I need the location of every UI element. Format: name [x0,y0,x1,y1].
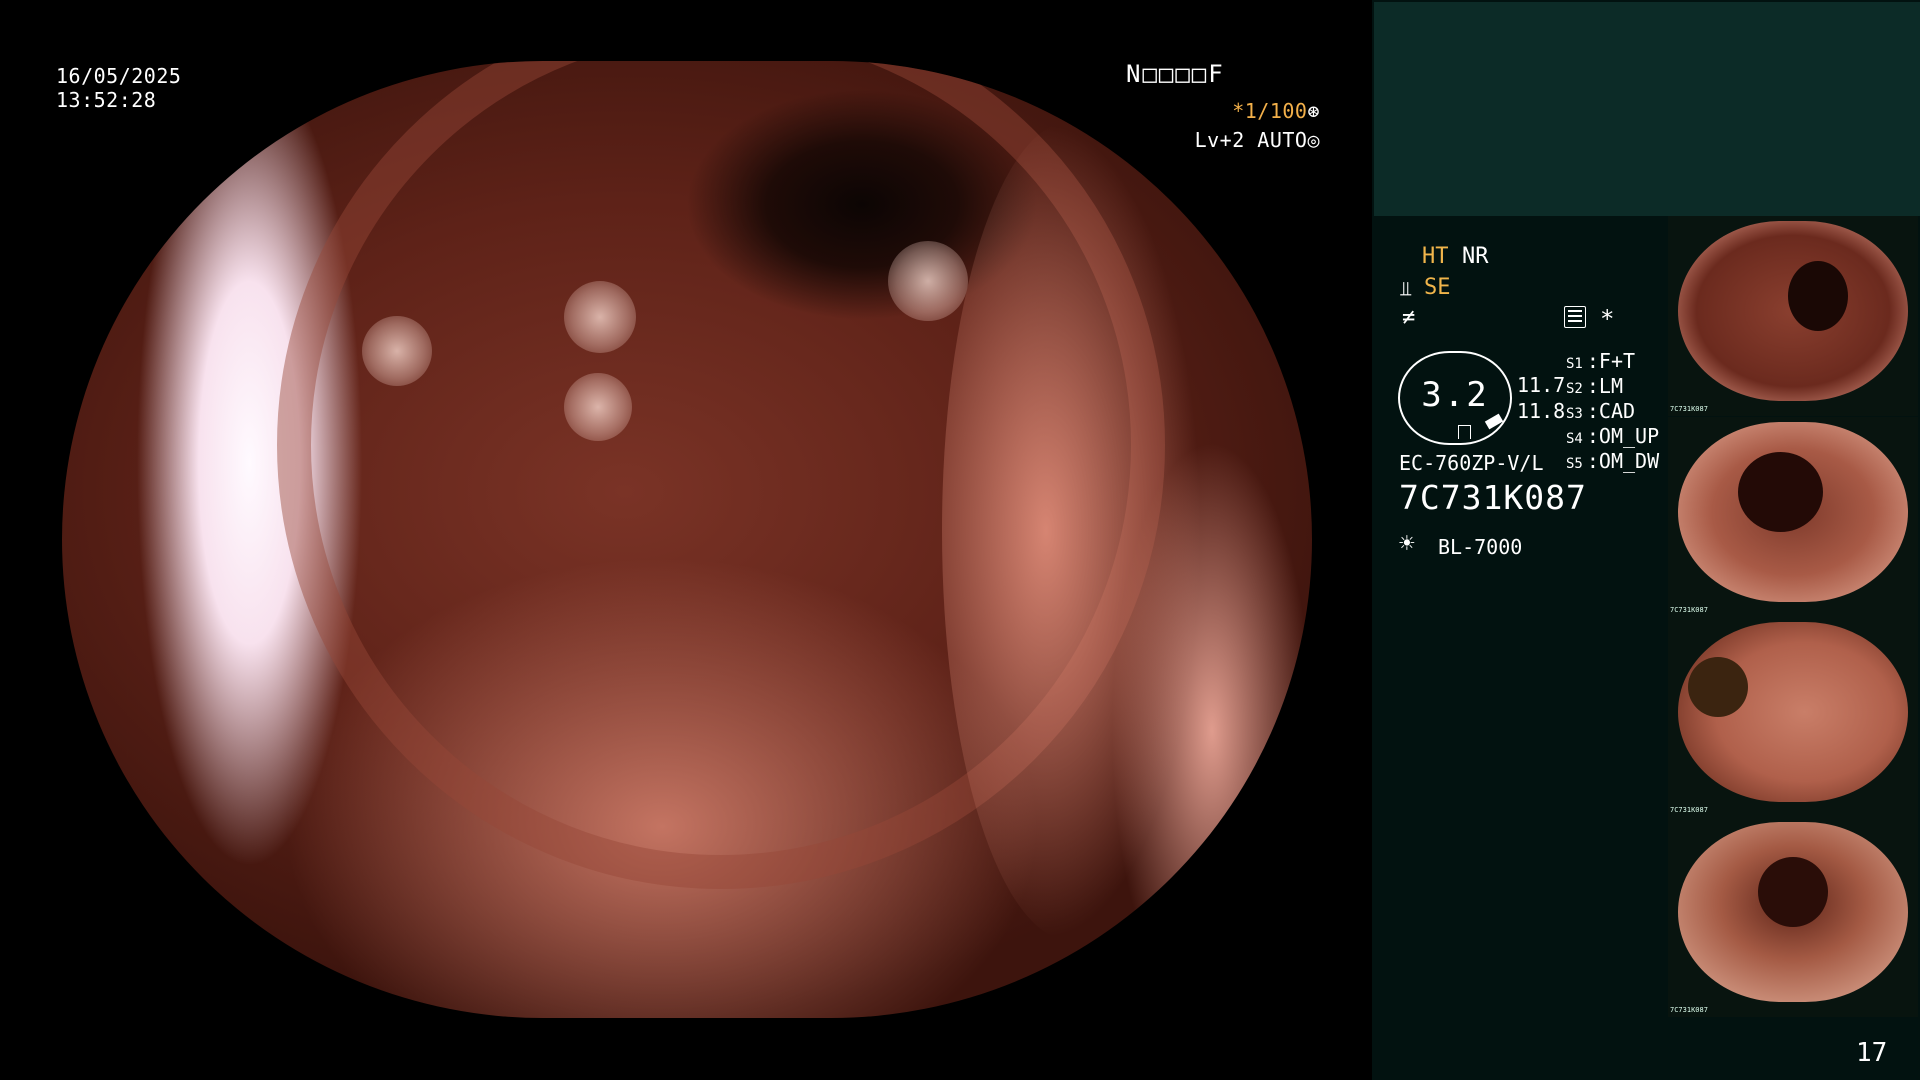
scope-serial: 7C731K087 [1399,478,1587,517]
shutter-text: *1/100 [1232,99,1308,123]
endoscopic-image [62,61,1312,1018]
light-reflection [888,241,968,321]
date-text: 16/05/2025 [56,64,182,88]
patient-id: N□□□□F [1126,60,1225,88]
light-reflection [362,316,432,386]
value-2: 11.8 [1517,399,1566,423]
light-reflection [564,281,636,353]
thumbnail-4[interactable]: 7C731K087 [1668,817,1918,1017]
freeze-icon: ≠ [1402,305,1416,330]
iris-icon: ◎ [1307,128,1320,152]
brightness-level: Lv+2 AUTO◎ [1195,128,1320,152]
mode-nr: NR [1462,244,1489,269]
thumbnail-lumen [1688,657,1748,717]
dial-value: 3.2 [1421,375,1489,415]
thumbnail-caption: 7C731K087 [1670,606,1708,614]
panel-header-area [1374,2,1920,216]
thumbnail-lumen [1738,452,1823,532]
switch-s3: S3:CAD [1566,399,1636,423]
mode-se: SE [1424,275,1451,300]
aperture-icon: ⊛ [1307,99,1320,123]
endoscope-view: 16/05/2025 13:52:28 N□□□□F *1/100⊛ Lv+2 … [0,0,1372,1080]
light-source: BL-7000 [1438,535,1523,559]
dial-marker-icon [1458,425,1471,439]
info-panel: HT NR ⫫ SE ≠ * 3.2 11.7 11.8 S1:F+T S2:L… [1372,0,1920,1080]
zoom-dial: 3.2 [1398,351,1512,445]
thumbnail-caption: 7C731K087 [1670,806,1708,814]
dial-needle-icon [1484,413,1504,430]
thumbnail-1[interactable]: 7C731K087 [1668,216,1918,416]
switch-s1: S1:F+T [1566,349,1636,373]
time-text: 13:52:28 [56,88,157,112]
mode-ht: HT [1422,244,1449,269]
level-text: Lv+2 AUTO [1194,128,1308,152]
thumbnail-lumen [1788,261,1848,331]
star-indicator: * [1600,305,1615,333]
light-source-icon: ☀ [1399,529,1415,559]
memory-icon [1564,306,1586,328]
switch-s5: S5:OM_DW [1566,449,1660,473]
thumbnail-2[interactable]: 7C731K087 [1668,417,1918,617]
thumbnail-caption: 7C731K087 [1670,1006,1708,1014]
thumbnail-caption: 7C731K087 [1670,405,1708,413]
page-number: 17 [1856,1038,1888,1068]
scope-model: EC-760ZP-V/L [1399,451,1544,475]
thumbnail-3[interactable]: 7C731K087 [1668,617,1918,817]
shutter-speed: *1/100⊛ [1232,99,1320,123]
switch-s2: S2:LM [1566,374,1623,398]
date-time: 16/05/2025 13:52:28 [56,64,181,112]
mucosal-fold [942,121,1202,941]
value-1: 11.7 [1517,373,1566,397]
switch-s4: S4:OM_UP [1566,424,1660,448]
light-reflection [564,373,632,441]
structure-enhance-icon: ⫫ [1400,276,1412,300]
thumbnail-lumen [1758,857,1828,927]
